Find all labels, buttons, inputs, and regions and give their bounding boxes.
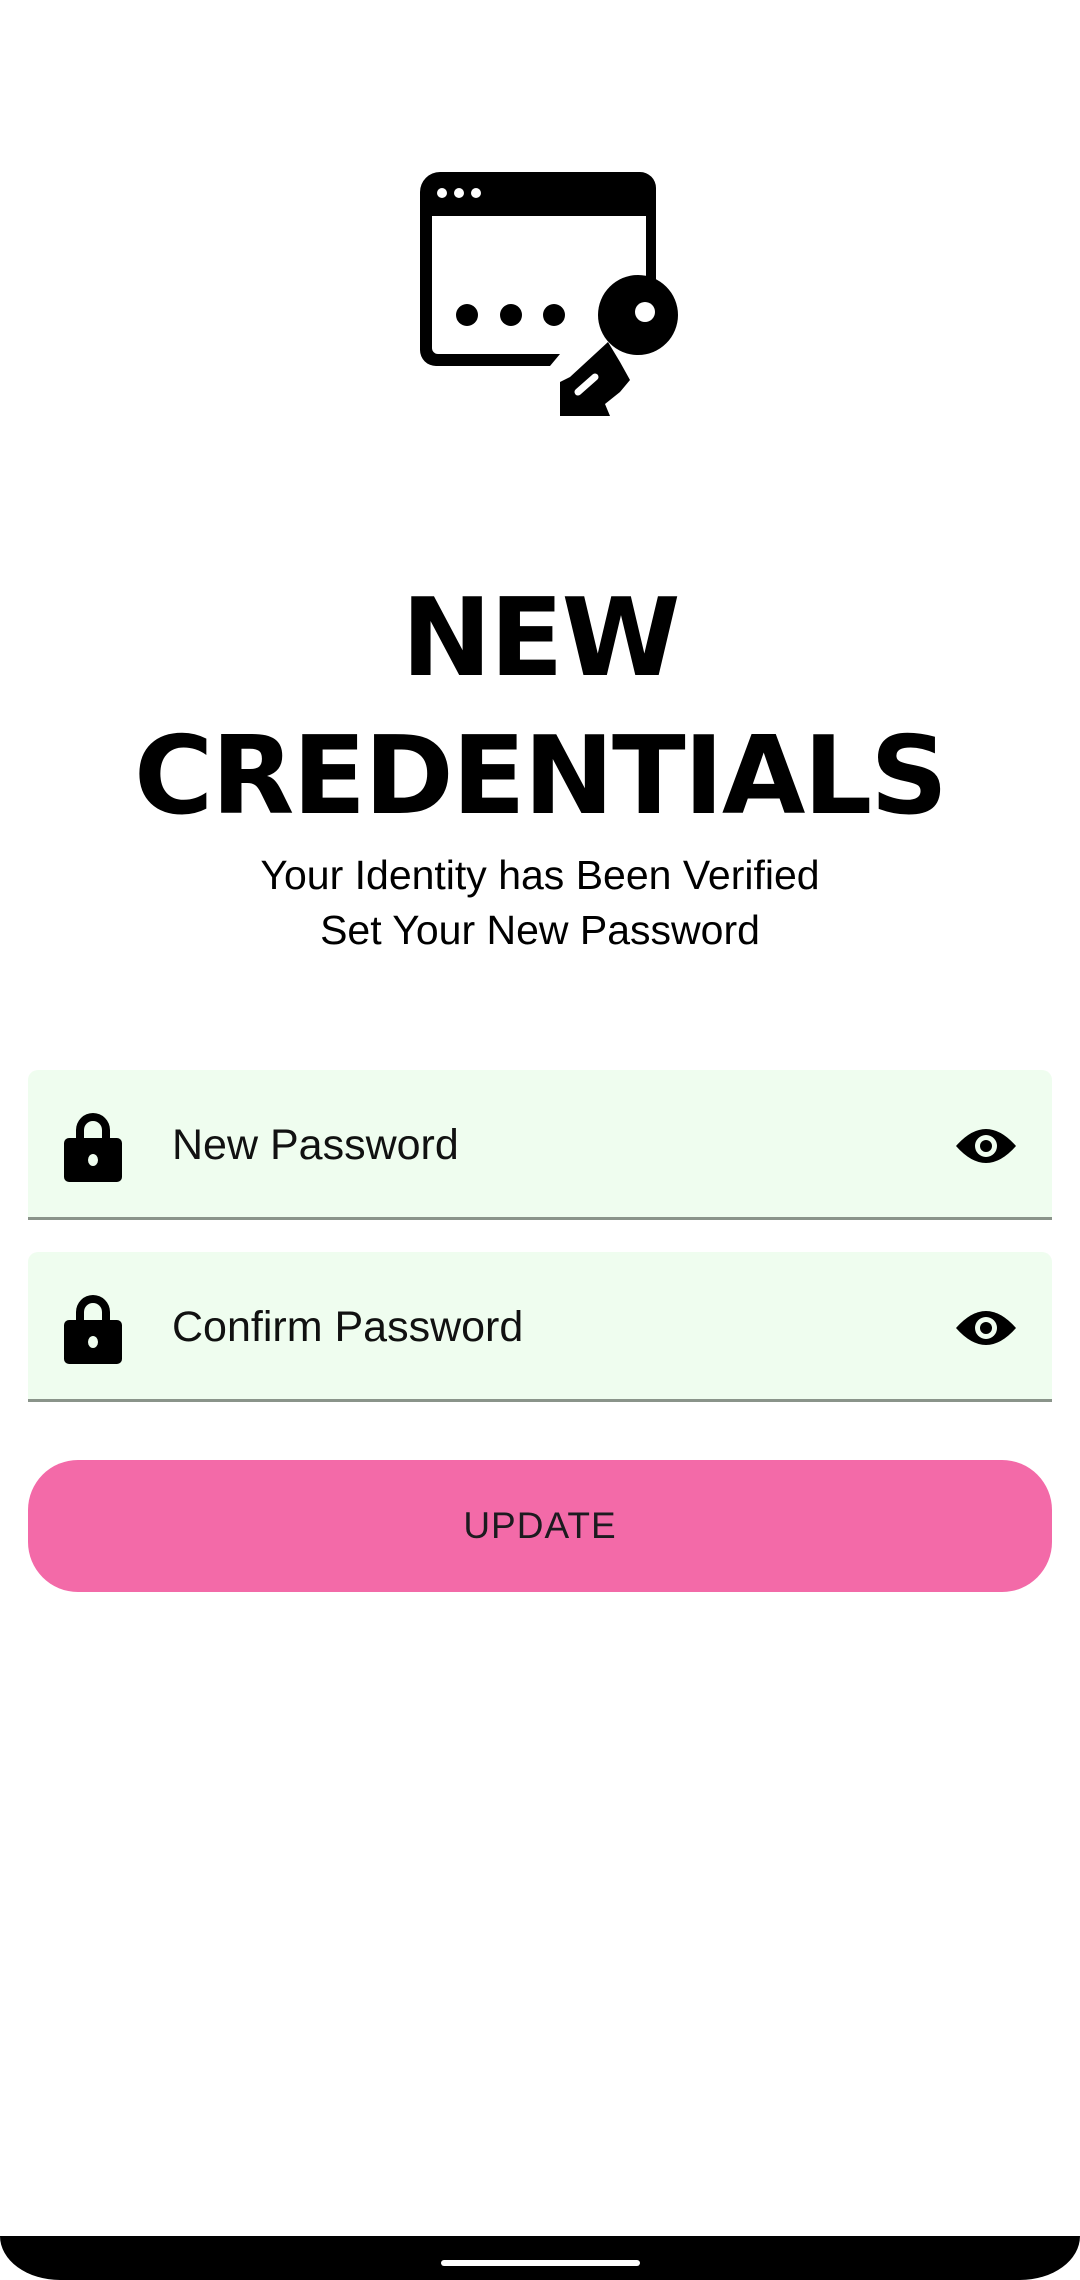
confirm-password-field[interactable]: Confirm Password <box>28 1252 1052 1402</box>
new-password-field[interactable]: New Password <box>28 1070 1052 1220</box>
browser-password-key-icon <box>420 172 678 416</box>
subtitle-line-2: Set Your New Password <box>320 907 760 953</box>
navigation-bar-background <box>0 2236 1080 2280</box>
confirm-password-placeholder: Confirm Password <box>172 1303 524 1351</box>
eye-icon[interactable] <box>954 1306 1018 1350</box>
lock-icon <box>64 1295 122 1364</box>
subtitle-line-1: Your Identity has Been Verified <box>260 852 820 898</box>
title-line-1: NEW <box>401 576 680 701</box>
title-line-2: CREDENTIALS <box>133 714 948 839</box>
home-gesture-handle[interactable] <box>441 2260 640 2266</box>
page-title: NEW CREDENTIALS <box>0 570 1080 846</box>
new-password-placeholder: New Password <box>172 1121 459 1169</box>
eye-icon[interactable] <box>954 1124 1018 1168</box>
lock-icon <box>64 1113 122 1182</box>
subtitle: Your Identity has Been Verified Set Your… <box>0 848 1080 958</box>
navigation-bar <box>0 2236 1080 2280</box>
update-button[interactable]: UPDATE <box>28 1460 1052 1592</box>
